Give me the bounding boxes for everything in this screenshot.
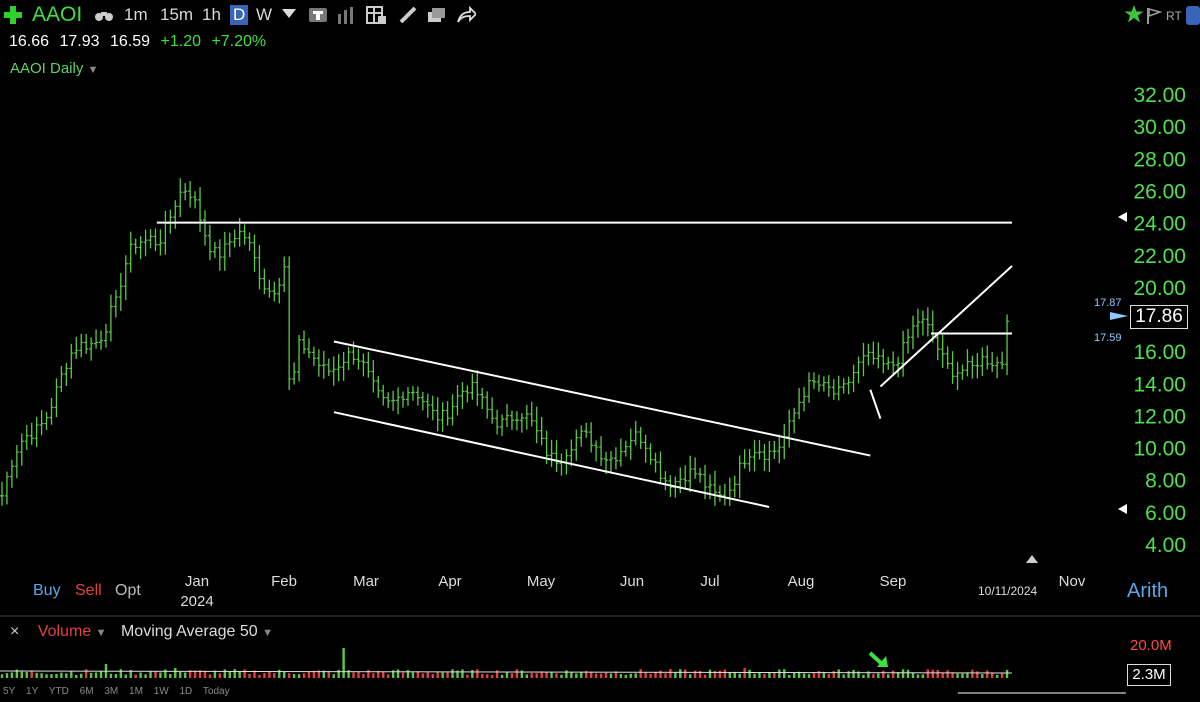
range-1d[interactable]: 1D	[179, 686, 192, 697]
y-tick-label: 28.00	[1133, 148, 1186, 171]
ma-label[interactable]: Moving Average 50	[121, 623, 258, 640]
y-tick-label: 24.00	[1133, 213, 1186, 236]
y-tick-label: 16.00	[1133, 341, 1186, 364]
x-tick-label: Apr	[438, 573, 461, 590]
upper-small-label: 17.87	[1094, 297, 1122, 309]
price-marker	[1110, 312, 1128, 320]
x-year-label: 2024	[180, 593, 213, 610]
range-5y[interactable]: 5Y	[3, 686, 15, 697]
chevron-down-icon[interactable]: ▼	[262, 627, 273, 639]
x-tick-label: Nov	[1059, 573, 1086, 590]
buy-button[interactable]: Buy	[33, 582, 61, 600]
low-marker	[1118, 504, 1127, 514]
y-tick-label: 8.00	[1145, 470, 1186, 493]
close-icon[interactable]: ×	[10, 623, 19, 640]
resistance-marker	[1118, 212, 1127, 222]
range-6m[interactable]: 6M	[80, 686, 94, 697]
x-tick-label: Feb	[271, 573, 297, 590]
y-tick-label: 4.00	[1145, 534, 1186, 557]
volume-current-box: 2.3M	[1127, 664, 1171, 686]
x-tick-label: Jun	[620, 573, 644, 590]
y-tick-label: 22.00	[1133, 245, 1186, 268]
y-tick-label: 26.00	[1133, 180, 1186, 203]
expand-triangle	[1026, 555, 1038, 563]
x-tick-label: Jan	[185, 573, 209, 590]
y-tick-label: 30.00	[1133, 116, 1186, 139]
range-1y[interactable]: 1Y	[26, 686, 38, 697]
range-1m[interactable]: 1M	[129, 686, 143, 697]
current-date-label: 10/11/2024	[978, 584, 1038, 598]
last-price-box: 17.86	[1130, 305, 1188, 329]
green-arrow-icon	[868, 651, 884, 666]
trendline-channel-bottom	[333, 411, 770, 508]
trendline-channel-top	[333, 340, 871, 457]
y-tick-label: 20.00	[1133, 277, 1186, 300]
opt-button[interactable]: Opt	[115, 582, 141, 600]
range-3m[interactable]: 3M	[104, 686, 118, 697]
x-tick-label: Sep	[880, 573, 907, 590]
x-tick-label: Mar	[353, 573, 379, 590]
y-tick-label: 6.00	[1145, 502, 1186, 525]
volume-max-label: 20.0M	[1130, 637, 1172, 654]
y-tick-label: 10.00	[1133, 438, 1186, 461]
range-today[interactable]: Today	[203, 686, 230, 697]
range-ytd[interactable]: YTD	[49, 686, 69, 697]
y-tick-label: 14.00	[1133, 373, 1186, 396]
y-tick-label: 12.00	[1133, 405, 1186, 428]
volume-header: × Volume ▼ Moving Average 50 ▼	[10, 623, 273, 641]
chevron-down-icon[interactable]: ▼	[96, 627, 107, 639]
scale-toggle[interactable]: Arith	[1127, 580, 1168, 603]
x-tick-label: Jul	[700, 573, 719, 590]
sell-button[interactable]: Sell	[75, 582, 102, 600]
trendline-short-lower	[869, 389, 882, 419]
volume-label[interactable]: Volume	[38, 623, 91, 640]
x-tick-label: Aug	[788, 573, 815, 590]
range-selector: 5Y 1Y YTD 6M 3M 1M 1W 1D Today	[3, 686, 238, 697]
lower-small-label: 17.59	[1094, 332, 1122, 344]
range-1w[interactable]: 1W	[154, 686, 169, 697]
y-tick-label: 32.00	[1133, 84, 1186, 107]
x-tick-label: May	[527, 573, 556, 590]
